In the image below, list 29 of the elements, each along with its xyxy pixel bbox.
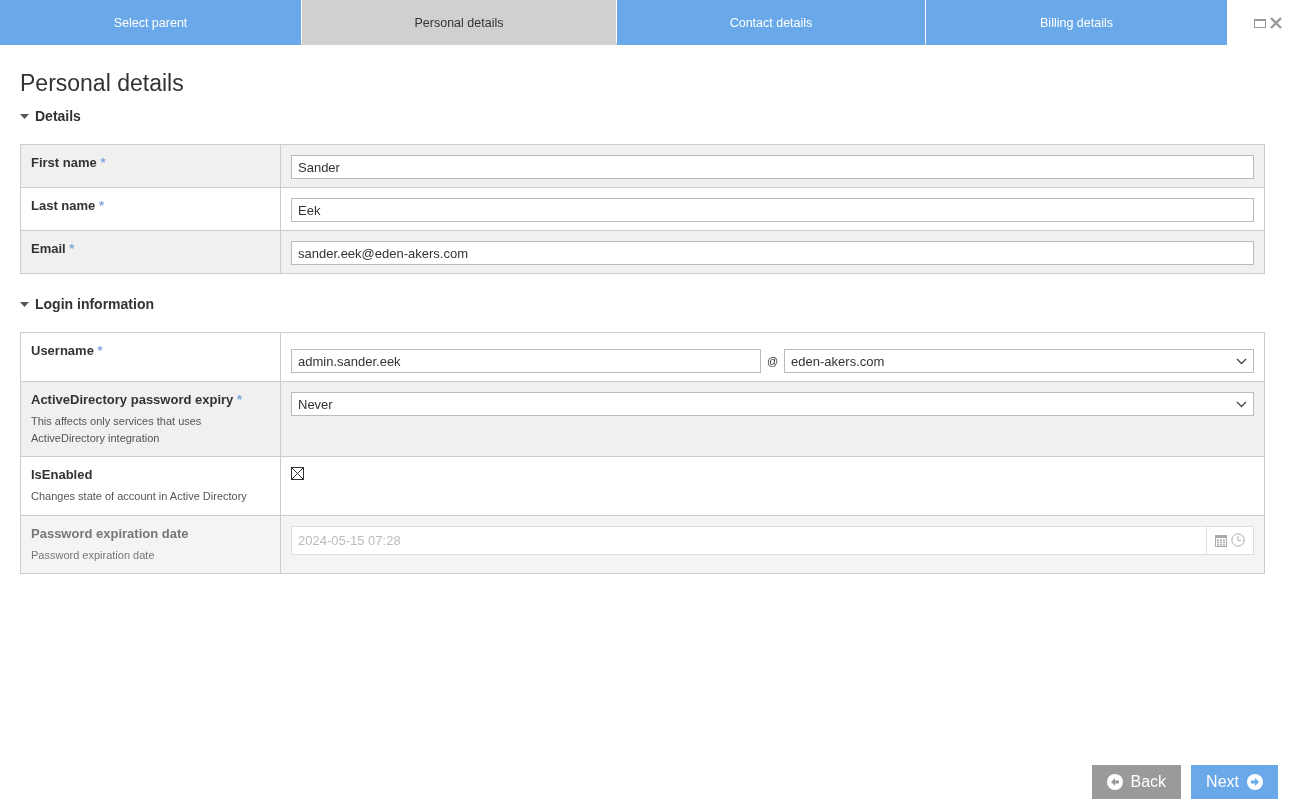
field-hint: This affects only services that uses ActiveDirectory integration [31,414,203,446]
username-field[interactable]: admin.sander.eek [291,349,761,373]
field-label: ActiveDirectory password expiry * [31,392,243,407]
caret-icon [20,301,29,307]
text-field[interactable]: Eek [291,198,1254,222]
field-label: Password expiration date [31,525,190,541]
field-label: Last name * [31,198,105,213]
caret-icon [20,113,29,119]
section-header[interactable]: Details [20,108,1290,124]
field-label: First name * [31,155,107,170]
tab[interactable]: Personal details [302,0,616,45]
page-title: Personal details [20,70,185,97]
text-field[interactable]: sander.eek@eden-akers.com [291,241,1254,265]
maximize-icon[interactable] [1254,17,1266,28]
caret-icon [1236,357,1247,365]
field-label: Username * [31,343,104,358]
field-label: IsEnabled [31,467,94,482]
close-icon[interactable] [1270,16,1282,29]
field-label: Email * [31,241,76,256]
domain-dropdown[interactable]: eden-akers.com [784,349,1254,373]
field-hint: Changes state of account in Active Directory [31,489,248,504]
checkbox[interactable] [291,467,304,480]
date-field: 2024-05-15 07:28 [291,525,1254,555]
text-field[interactable]: Sander [291,155,1254,179]
field-hint: Password expiration date [31,547,156,563]
caret-icon [1236,400,1247,408]
at-sign: @ [766,355,779,367]
section-header[interactable]: Login information [20,296,1290,312]
dropdown[interactable]: Never [291,392,1254,416]
